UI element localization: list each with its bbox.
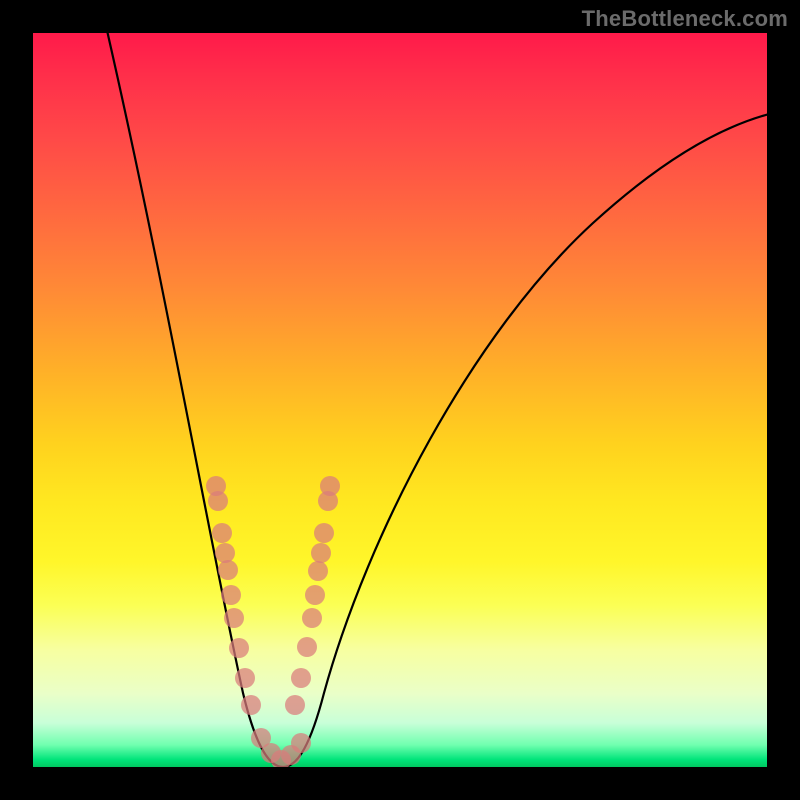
data-point (314, 523, 334, 543)
data-point (291, 668, 311, 688)
data-point (235, 668, 255, 688)
dots-left-branch (206, 476, 261, 715)
data-point (302, 608, 322, 628)
dots-right-branch (285, 476, 340, 715)
curve-layer (33, 33, 767, 767)
data-point (305, 585, 325, 605)
data-point (218, 560, 238, 580)
data-point (229, 638, 249, 658)
dots-bottom (251, 728, 311, 767)
data-point (297, 637, 317, 657)
data-point (224, 608, 244, 628)
data-point (285, 695, 305, 715)
data-point (221, 585, 241, 605)
data-point (208, 491, 228, 511)
bottleneck-curve (103, 33, 767, 767)
plot-area (33, 33, 767, 767)
watermark-text: TheBottleneck.com (582, 6, 788, 32)
data-point (318, 491, 338, 511)
chart-frame: TheBottleneck.com (0, 0, 800, 800)
data-point (308, 561, 328, 581)
data-point (215, 543, 235, 563)
data-point (311, 543, 331, 563)
data-point (212, 523, 232, 543)
data-point (291, 733, 311, 753)
data-point (241, 695, 261, 715)
